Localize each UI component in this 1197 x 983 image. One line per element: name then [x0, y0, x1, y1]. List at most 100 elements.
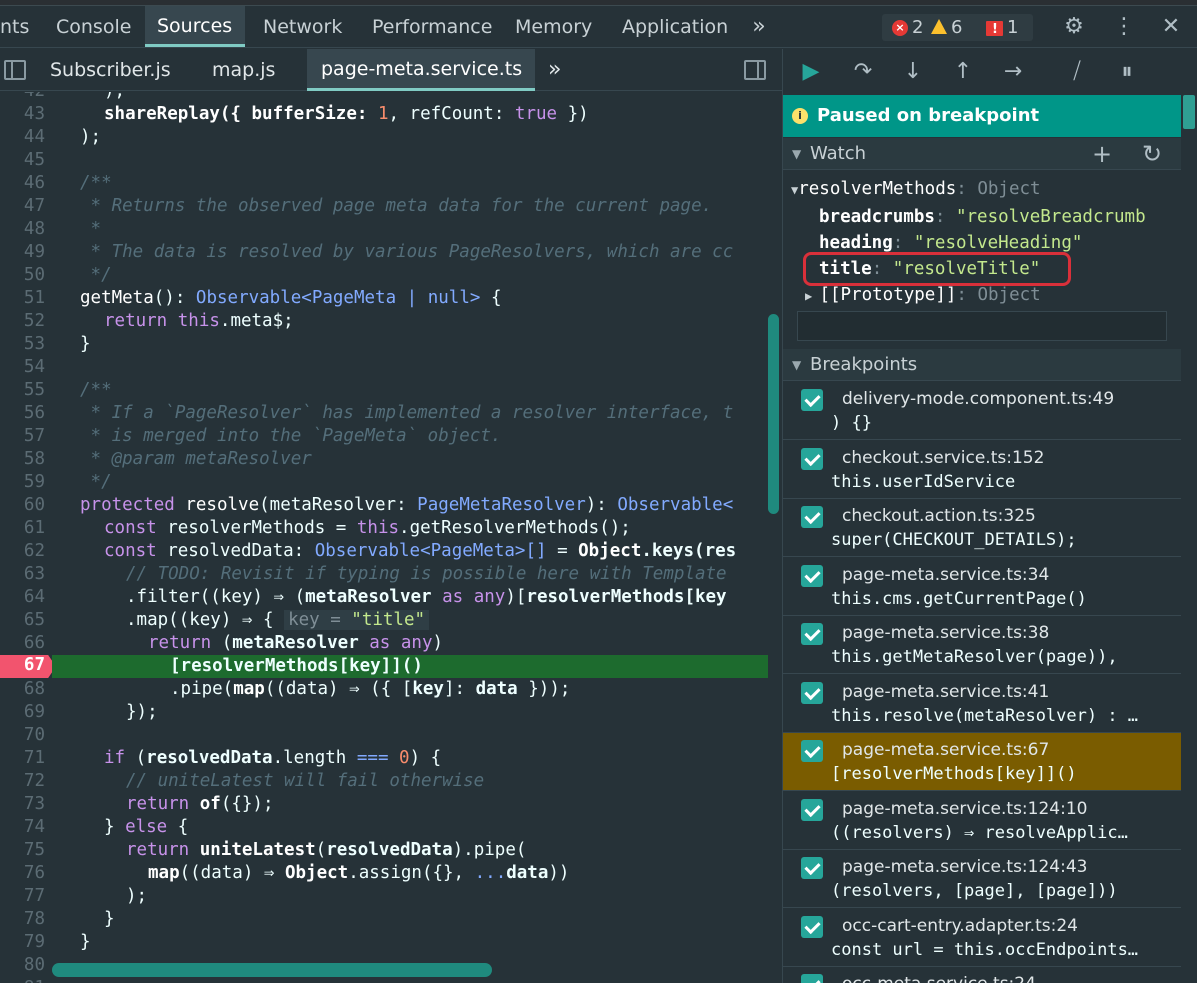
- breakpoint-item[interactable]: page-meta.service.ts:67 [resolverMethods[…: [783, 733, 1181, 791]
- file-tab-page-meta-service[interactable]: page-meta.service.ts×: [307, 49, 535, 121]
- toggle-debugger-icon[interactable]: [744, 60, 766, 80]
- breakpoint-marker[interactable]: 67: [0, 655, 56, 678]
- toggle-navigator-icon[interactable]: [4, 60, 26, 80]
- watch-section-header[interactable]: ▼ Watch + ↻: [783, 138, 1181, 170]
- breakpoint-item[interactable]: delivery-mode.component.ts:49) {}: [783, 382, 1181, 440]
- inline-value-hint: key = "title": [284, 610, 430, 630]
- breakpoint-source: this.userIdService: [831, 471, 1016, 492]
- code-line: * If a `PageResolver` has implemented a …: [80, 403, 734, 423]
- code-line: * is merged into the `PageMeta` object.: [80, 426, 502, 446]
- tab-application[interactable]: Application: [610, 6, 740, 47]
- code-line: return uniteLatest(resolvedData).pipe(: [126, 840, 527, 860]
- breakpoint-checkbox[interactable]: [801, 974, 823, 983]
- sidebar-scrollbar[interactable]: [1183, 95, 1195, 129]
- breakpoint-checkbox[interactable]: [801, 915, 823, 938]
- line-number[interactable]: 81: [0, 977, 782, 983]
- code-line: );: [126, 886, 148, 906]
- breakpoint-source: this.getMetaResolver(page)),: [831, 647, 1118, 667]
- watch-expression-input[interactable]: [797, 311, 1167, 341]
- editor-horizontal-scrollbar[interactable]: [52, 963, 492, 977]
- code-line: map((data) ⇒ Object.assign({}, ...data)): [148, 863, 570, 883]
- refresh-watch-icon[interactable]: ↻: [1142, 138, 1162, 170]
- breakpoint-item[interactable]: checkout.action.ts:325 super(CHECKOUT_DET…: [783, 499, 1181, 557]
- breakpoint-source: ) {}: [831, 413, 872, 433]
- breakpoint-item[interactable]: page-meta.service.ts:34 this.cms.getCurre…: [783, 558, 1181, 616]
- breakpoint-checkbox[interactable]: [801, 506, 823, 528]
- breakpoint-source: this.cms.getCurrentPage(): [831, 588, 1087, 609]
- deactivate-breakpoints-icon[interactable]: ⧸: [1059, 49, 1095, 95]
- code-line: *: [80, 219, 102, 239]
- breakpoint-checkbox[interactable]: [801, 564, 823, 587]
- warning-count[interactable]: 6: [931, 14, 962, 41]
- breakpoint-checkbox[interactable]: [801, 623, 823, 645]
- tab-performance[interactable]: Performance: [360, 6, 504, 47]
- warning-icon: [931, 18, 947, 34]
- tab-elements-cut[interactable]: nts: [0, 6, 41, 47]
- settings-gear-icon[interactable]: ⚙: [1060, 6, 1088, 47]
- breakpoint-checkbox[interactable]: [801, 798, 823, 821]
- breakpoint-checkbox[interactable]: [801, 740, 823, 762]
- error-count[interactable]: × 2: [892, 14, 923, 41]
- breakpoint-item[interactable]: page-meta.service.ts:38 this.getMetaResol…: [783, 616, 1181, 674]
- breakpoint-checkbox[interactable]: [801, 389, 823, 411]
- breakpoint-source: super(CHECKOUT_DETAILS);: [831, 530, 1077, 550]
- breakpoint-item[interactable]: page-meta.service.ts:124:10 ((resolvers) …: [783, 792, 1181, 850]
- breakpoint-source: (resolvers, [page], [page])): [831, 881, 1118, 901]
- add-watch-icon[interactable]: +: [1092, 138, 1112, 170]
- code-line: /**: [80, 380, 112, 400]
- breakpoint-checkbox[interactable]: [801, 857, 823, 879]
- breakpoints-section-header[interactable]: ▼ Breakpoints: [783, 349, 1181, 381]
- code-line: // TODO: Revisit if typing is possible h…: [126, 564, 727, 584]
- file-tab-subscriber[interactable]: Subscriber.js: [50, 49, 171, 91]
- code-line: return of({});: [126, 794, 274, 814]
- line-number[interactable]: 45: [0, 149, 782, 172]
- line-number[interactable]: 70: [0, 724, 782, 747]
- tab-network[interactable]: Network: [251, 6, 354, 47]
- code-line: getMeta(): Observable<PageMeta | null> {: [80, 288, 502, 308]
- step-out-icon[interactable]: ↑: [945, 49, 981, 95]
- close-devtools-icon[interactable]: ✕: [1158, 6, 1184, 47]
- line-number[interactable]: 54: [0, 356, 782, 379]
- watch-expression-root[interactable]: ▼resolverMethods: Object: [791, 178, 1041, 201]
- breakpoint-item[interactable]: page-meta.service.ts:124:43 (resolvers, […: [783, 850, 1181, 908]
- step-into-icon[interactable]: ↓: [895, 49, 931, 95]
- tab-memory[interactable]: Memory: [503, 6, 604, 47]
- code-line: });: [126, 702, 158, 722]
- more-files-chevron-icon[interactable]: »: [548, 49, 561, 91]
- code-line: return (metaResolver as any): [148, 633, 444, 653]
- issue-counters[interactable]: ×2 6 1: [882, 14, 1033, 43]
- code-editor[interactable]: 4243444546474849505152535455565758596061…: [0, 92, 782, 983]
- tab-sources[interactable]: Sources: [145, 6, 245, 47]
- execution-line: [resolverMethods[key]](): [52, 655, 768, 678]
- code-line: if (resolvedData.length === 0) {: [104, 748, 442, 768]
- watch-property[interactable]: breadcrumbs: "resolveBreadcrumb: [819, 206, 1146, 229]
- code-line: * Returns the observed page meta data fo…: [80, 196, 713, 216]
- editor-vertical-scrollbar[interactable]: [768, 314, 779, 514]
- breakpoint-location: page-meta.service.ts:124:43: [842, 857, 1088, 877]
- breakpoint-item[interactable]: page-meta.service.ts:41 this.resolve(meta…: [783, 675, 1181, 733]
- breakpoint-checkbox[interactable]: [801, 447, 823, 470]
- breakpoint-source: [resolverMethods[key]](): [831, 764, 1077, 784]
- issues-count[interactable]: 1: [986, 14, 1018, 43]
- breakpoint-item[interactable]: occ-cart-entry.adapter.ts:24 const url = …: [783, 909, 1181, 967]
- more-options-icon[interactable]: ⋮: [1112, 6, 1136, 47]
- code-line: * @param metaResolver: [80, 449, 312, 469]
- devtools-tab-bar: nts Console Sources Network Performance …: [0, 6, 1197, 48]
- breakpoint-checkbox[interactable]: [801, 681, 823, 704]
- code-line: /**: [80, 173, 112, 193]
- more-tabs-chevron-icon[interactable]: »: [748, 6, 770, 47]
- resume-icon[interactable]: ▶: [793, 49, 829, 95]
- file-tab-map[interactable]: map.js: [212, 49, 275, 91]
- watch-prototype[interactable]: ▶ [[Prototype]]: Object: [805, 284, 1041, 307]
- tab-console[interactable]: Console: [44, 6, 143, 47]
- code-line: const resolvedData: Observable<PageMeta>…: [104, 541, 737, 561]
- step-over-icon[interactable]: ↷: [845, 49, 881, 95]
- code-line: protected resolve(metaResolver: PageMeta…: [80, 495, 734, 515]
- breakpoint-item[interactable]: occ-meta.service.ts:24: [783, 967, 1181, 983]
- issue-icon: [986, 16, 1003, 43]
- breakpoint-item[interactable]: checkout.service.ts:152 this.userIdServic…: [783, 441, 1181, 499]
- breakpoint-location: page-meta.service.ts:41: [842, 681, 1050, 702]
- pause-on-exceptions-icon[interactable]: ⏸: [1109, 49, 1145, 95]
- step-icon[interactable]: →: [995, 49, 1031, 95]
- code-line: .filter((key) ⇒ (metaResolver as any)[re…: [126, 587, 727, 607]
